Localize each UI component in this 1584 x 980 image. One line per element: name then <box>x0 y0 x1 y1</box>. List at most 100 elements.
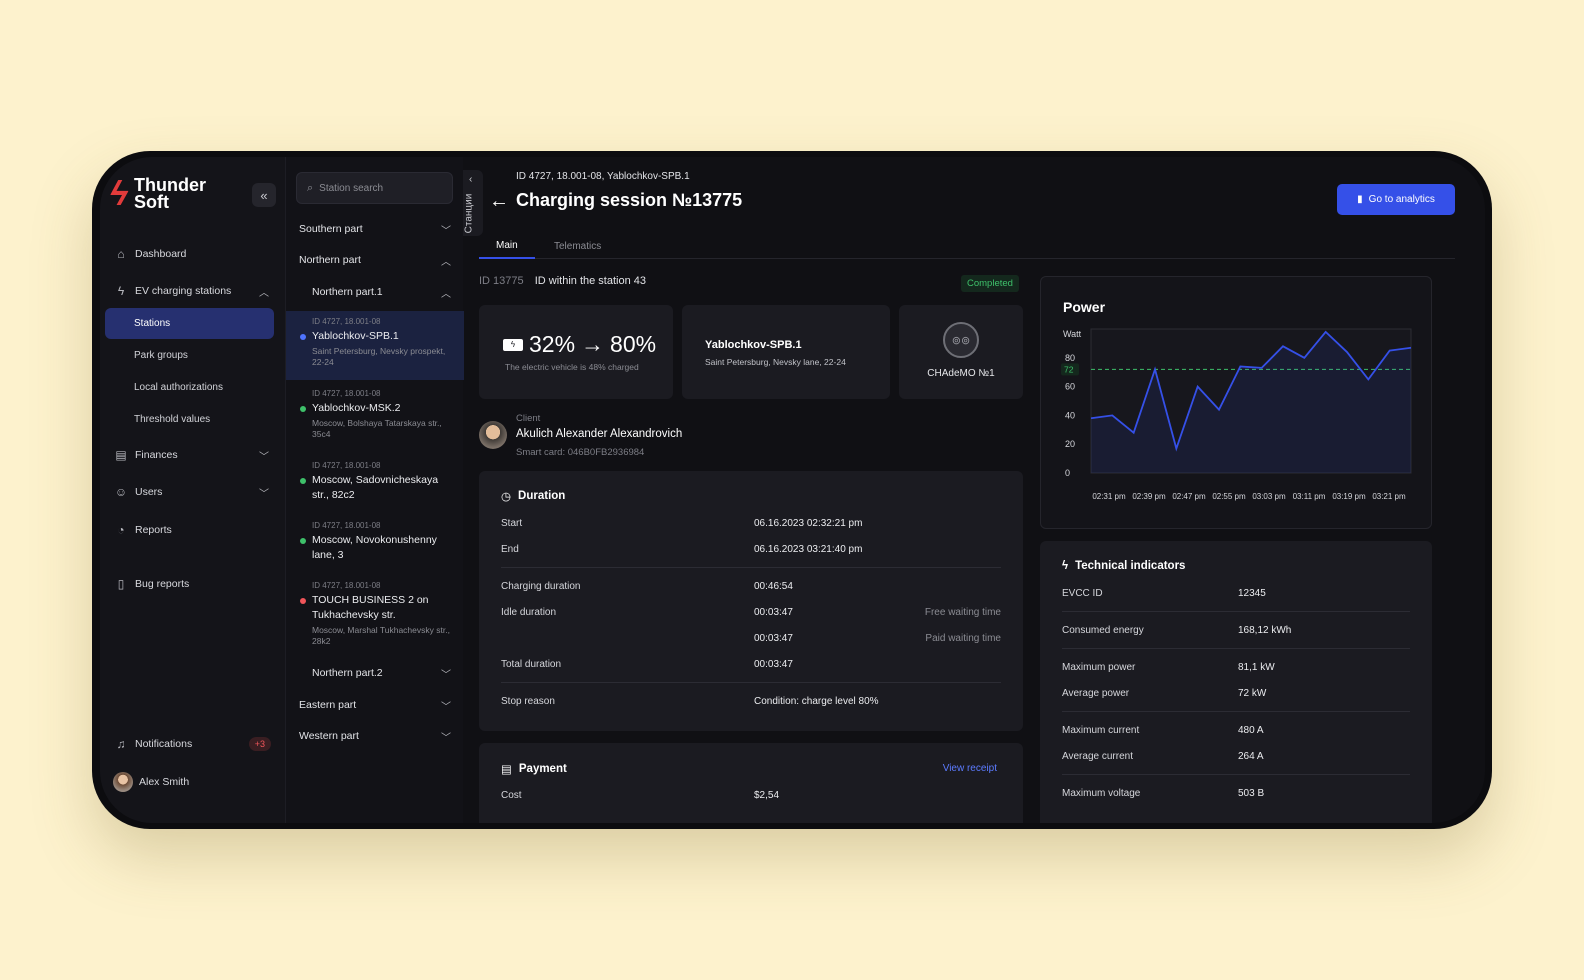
group-label: Southern part <box>299 223 363 235</box>
group-label: Northern part.2 <box>312 667 383 679</box>
nav-ev-charging-stations[interactable]: ϟ EV charging stations ︿ <box>113 276 283 306</box>
tech-label: Average current <box>1062 751 1133 762</box>
chevron-left-icon: ‹ <box>469 174 473 185</box>
session-id: ID 13775 <box>479 275 524 287</box>
chevron-up-icon: ︿ <box>259 287 269 299</box>
nav-label: Users <box>135 486 163 498</box>
section-title: Duration <box>518 490 566 502</box>
chevron-down-icon: ﹀ <box>259 451 269 463</box>
battery-charging-icon: ϟ <box>503 338 523 351</box>
y-tick-label: 80 <box>1065 353 1075 363</box>
stop-reason-label: Stop reason <box>501 696 555 707</box>
station-item[interactable]: ID 4727, 18.001-08 Moscow, Novokonushenn… <box>286 515 464 569</box>
group-label: Western part <box>299 730 359 742</box>
nav-dashboard[interactable]: ⌂ Dashboard <box>113 239 283 269</box>
divider <box>1062 711 1410 712</box>
client-name[interactable]: Akulich Alexander Alexandrovich <box>516 428 682 440</box>
client-avatar <box>479 421 507 449</box>
chevron-down-icon: ﹀ <box>441 225 451 237</box>
sidebar: ϟ Thunder Soft « ⌂ Dashboard ϟ EV chargi… <box>100 157 285 823</box>
view-receipt-link[interactable]: View receipt <box>943 763 997 774</box>
group-label: Northern part.1 <box>312 286 383 298</box>
tech-label: Maximum current <box>1062 725 1140 736</box>
stations-panel: ⌕ Station search Southern part ﹀ Norther… <box>285 157 464 823</box>
station-id: ID 4727, 18.001-08 <box>312 389 381 398</box>
reference-label: 72 <box>1064 364 1074 374</box>
station-item[interactable]: ID 4727, 18.001-08 Yablochkov-MSK.2 Mosc… <box>286 383 464 446</box>
station-address: Saint Petersburg, Nevsky lane, 22-24 <box>705 357 846 367</box>
group-western[interactable]: Western part ﹀ <box>299 726 451 746</box>
total-duration-value: 00:03:47 <box>754 659 793 670</box>
x-tick-label: 02:31 pm <box>1092 492 1126 501</box>
collapse-sidebar-button[interactable]: « <box>252 183 276 207</box>
sub-nav-stations[interactable]: Stations <box>105 308 274 339</box>
tab-main[interactable]: Main <box>479 233 535 259</box>
chevron-down-icon: ﹀ <box>441 732 451 744</box>
tech-label: EVCC ID <box>1062 588 1103 599</box>
search-icon: ⌕ <box>307 181 314 194</box>
x-tick-label: 02:47 pm <box>1172 492 1206 501</box>
lightning-icon: ϟ <box>1062 560 1069 572</box>
tech-value: 480 A <box>1238 725 1264 736</box>
notification-count-badge: +3 <box>248 737 271 751</box>
connector-card: ⊚⊚ CHAdeMO №1 <box>899 305 1023 399</box>
home-icon: ⌂ <box>117 247 125 261</box>
nav-reports[interactable]: ◔ Reports <box>113 515 283 545</box>
status-dot <box>300 334 306 340</box>
chademo-connector-icon: ⊚⊚ <box>943 322 979 358</box>
group-northern-1[interactable]: Northern part.1 ︿ <box>312 282 451 302</box>
user-profile[interactable]: Alex Smith <box>113 767 283 797</box>
group-northern[interactable]: Northern part ︿ <box>299 250 451 270</box>
double-chevron-left-icon: « <box>260 187 268 203</box>
sub-nav-threshold-values[interactable]: Threshold values <box>105 404 274 435</box>
client-smart-card: Smart card: 046B0FB2936984 <box>516 447 645 458</box>
status-dot <box>300 538 306 544</box>
search-input[interactable]: ⌕ Station search <box>296 172 453 204</box>
section-title: Payment <box>518 763 567 775</box>
group-southern[interactable]: Southern part ﹀ <box>299 219 451 239</box>
y-tick-label: 40 <box>1065 410 1075 420</box>
charging-duration-label: Charging duration <box>501 581 581 592</box>
nav-bug-reports[interactable]: ▯ Bug reports <box>113 569 283 599</box>
station-name: Moscow, Sadovnicheskaya str., 82c2 <box>312 474 439 501</box>
station-item[interactable]: ID 4727, 18.001-08 Moscow, Sadovnicheska… <box>286 455 464 509</box>
side-tab-label: Станции <box>463 193 475 234</box>
status-badge: Completed <box>961 275 1019 292</box>
total-duration-label: Total duration <box>501 659 562 670</box>
station-card[interactable]: Yablochkov-SPB.1 Saint Petersburg, Nevsk… <box>682 305 890 399</box>
y-tick-label: 0 <box>1065 468 1070 478</box>
nav-notifications[interactable]: ♫ Notifications +3 <box>113 729 283 759</box>
group-eastern[interactable]: Eastern part ﹀ <box>299 695 451 715</box>
receipt-icon: ▤ <box>501 764 512 776</box>
tab-telematics[interactable]: Telematics <box>537 233 618 259</box>
charge-from: 32% <box>529 331 576 357</box>
back-arrow-icon[interactable]: ← <box>489 190 509 213</box>
sub-nav-local-authorizations[interactable]: Local authorizations <box>105 372 274 403</box>
stations-panel-toggle[interactable]: ‹ Станции <box>463 170 483 236</box>
station-item[interactable]: ID 4727, 18.001-08 Yablochkov-SPB.1 Sain… <box>286 311 464 380</box>
free-waiting-note: Free waiting time <box>924 607 1001 618</box>
avatar <box>113 772 133 792</box>
idle-duration-label: Idle duration <box>501 607 557 618</box>
station-address: Moscow, Marshal Tukhachevsky str., 28k2 <box>312 625 450 646</box>
chevron-down-icon: ﹀ <box>441 669 451 681</box>
charging-duration-value: 00:46:54 <box>754 581 793 592</box>
go-to-analytics-button[interactable]: ▮ Go to analytics <box>1337 184 1455 215</box>
charge-level: ϟ 32% → 80% <box>503 331 656 358</box>
group-northern-2[interactable]: Northern part.2 ﹀ <box>312 663 451 683</box>
user-name: Alex Smith <box>139 776 190 788</box>
sub-nav-park-groups[interactable]: Park groups <box>105 340 274 371</box>
tech-value: 264 A <box>1238 751 1264 762</box>
status-dot <box>300 598 306 604</box>
tech-value: 168,12 kWh <box>1238 625 1292 636</box>
power-line-chart: Watt 0 20 40 60 8072 02:31 pm 02:39 pm 02:47 pm 0… <box>1061 328 1412 501</box>
nav-label: Reports <box>135 524 172 536</box>
nav-users[interactable]: ☺ Users ﹀ <box>113 477 283 507</box>
station-item[interactable]: ID 4727, 18.001-08 TOUCH BUSINESS 2 on T… <box>286 575 464 653</box>
nav-finances[interactable]: ▤ Finances ﹀ <box>113 440 283 470</box>
nav-label: Bug reports <box>135 578 190 590</box>
chart-pie-icon: ◔ <box>117 523 125 537</box>
logo[interactable]: ϟ Thunder Soft <box>110 176 206 211</box>
station-address: Saint Petersburg, Nevsky prospekt, 22-24 <box>312 346 446 367</box>
status-dot <box>300 406 306 412</box>
